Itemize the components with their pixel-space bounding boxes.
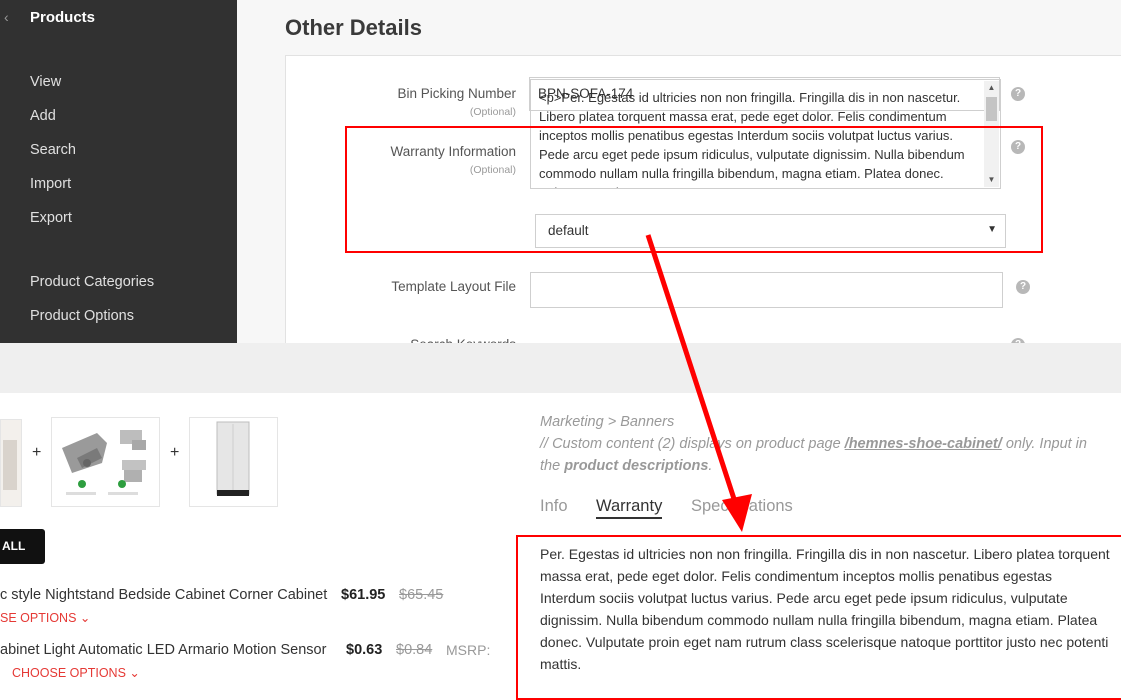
product-old-price: $65.45	[399, 587, 444, 603]
highlight-box-warranty-content	[516, 535, 1121, 700]
chevron-left-icon[interactable]: ‹	[4, 9, 9, 25]
product-image	[1, 420, 21, 506]
sidebar-item-export[interactable]: Export	[30, 210, 72, 226]
note-bold-text: product descriptions	[564, 458, 709, 474]
storefront-area: + + ALL c style Nightstand Bedside Cabin…	[0, 393, 1121, 700]
bin-picking-label: Bin Picking Number	[397, 86, 516, 101]
note-text: the	[540, 458, 561, 474]
scroll-up-arrow-icon[interactable]: ▲	[984, 81, 999, 95]
question-circle-icon[interactable]: ?	[1011, 87, 1025, 101]
sidebar-item-product-options[interactable]: Product Options	[30, 308, 134, 324]
tab-specifications[interactable]: Specifications	[691, 497, 793, 516]
product-msrp: MSRP:	[446, 642, 491, 658]
product-price: $0.63	[346, 642, 383, 658]
section-title: Other Details	[285, 15, 422, 40]
product-price: $61.95	[341, 587, 386, 603]
note-text: .	[708, 458, 713, 474]
admin-area: ‹ Products View Add Search Import Export…	[0, 0, 1121, 357]
choose-options-link[interactable]: CHOOSE OPTIONS ⌄	[12, 665, 140, 680]
choose-options-link[interactable]: SE OPTIONS ⌄	[0, 610, 90, 625]
product-name[interactable]: c style Nightstand Bedside Cabinet Corne…	[0, 587, 327, 603]
note-line-1: Marketing > Banners	[540, 414, 675, 430]
product-thumbnail[interactable]	[0, 419, 22, 507]
tab-warranty[interactable]: Warranty	[596, 497, 663, 519]
bin-picking-optional: (Optional)	[469, 106, 516, 118]
chevron-down-icon: ⌄	[79, 611, 91, 625]
search-keywords-input[interactable]	[530, 272, 1003, 308]
sidebar-item-search[interactable]: Search	[30, 142, 76, 158]
sidebar-item-product-categories[interactable]: Product Categories	[30, 274, 154, 290]
question-circle-icon[interactable]: ?	[1016, 280, 1030, 294]
plus-icon: +	[170, 444, 180, 461]
tab-info[interactable]: Info	[540, 497, 568, 516]
sidebar-item-import[interactable]: Import	[30, 176, 71, 192]
sidebar: ‹ Products View Add Search Import Export…	[0, 0, 237, 343]
note-text: only. Input in	[1005, 436, 1087, 452]
note-line-2: // Custom content (2) displays on produc…	[540, 433, 1110, 455]
add-all-to-cart-button[interactable]: ALL	[0, 529, 45, 564]
custom-content-note: Marketing > Banners // Custom content (2…	[540, 411, 1110, 477]
note-line-3: the product descriptions.	[540, 455, 1110, 477]
choose-options-label: CHOOSE OPTIONS	[12, 666, 126, 680]
note-text: // Custom content (2) displays on produc…	[540, 436, 841, 452]
template-layout-label: Template Layout File	[391, 279, 516, 294]
sidebar-item-add[interactable]: Add	[30, 108, 56, 124]
highlight-box-warranty-field	[345, 126, 1043, 253]
product-thumbnail[interactable]	[51, 417, 160, 507]
sidebar-title[interactable]: Products	[30, 9, 95, 26]
product-page-link[interactable]: /hemnes-shoe-cabinet/	[845, 436, 1002, 452]
sidebar-item-view[interactable]: View	[30, 74, 61, 90]
plus-icon: +	[32, 444, 42, 461]
product-thumbnail[interactable]	[189, 417, 278, 507]
choose-options-label: SE OPTIONS	[0, 611, 77, 625]
product-old-price: $0.84	[396, 642, 433, 658]
chevron-down-icon: ⌄	[129, 666, 140, 680]
product-name[interactable]: abinet Light Automatic LED Armario Motio…	[0, 642, 326, 658]
screenshot-divider	[0, 343, 1121, 393]
scroll-thumb[interactable]	[986, 97, 997, 121]
cabinet-image	[190, 418, 277, 506]
hinge-image	[52, 418, 159, 506]
